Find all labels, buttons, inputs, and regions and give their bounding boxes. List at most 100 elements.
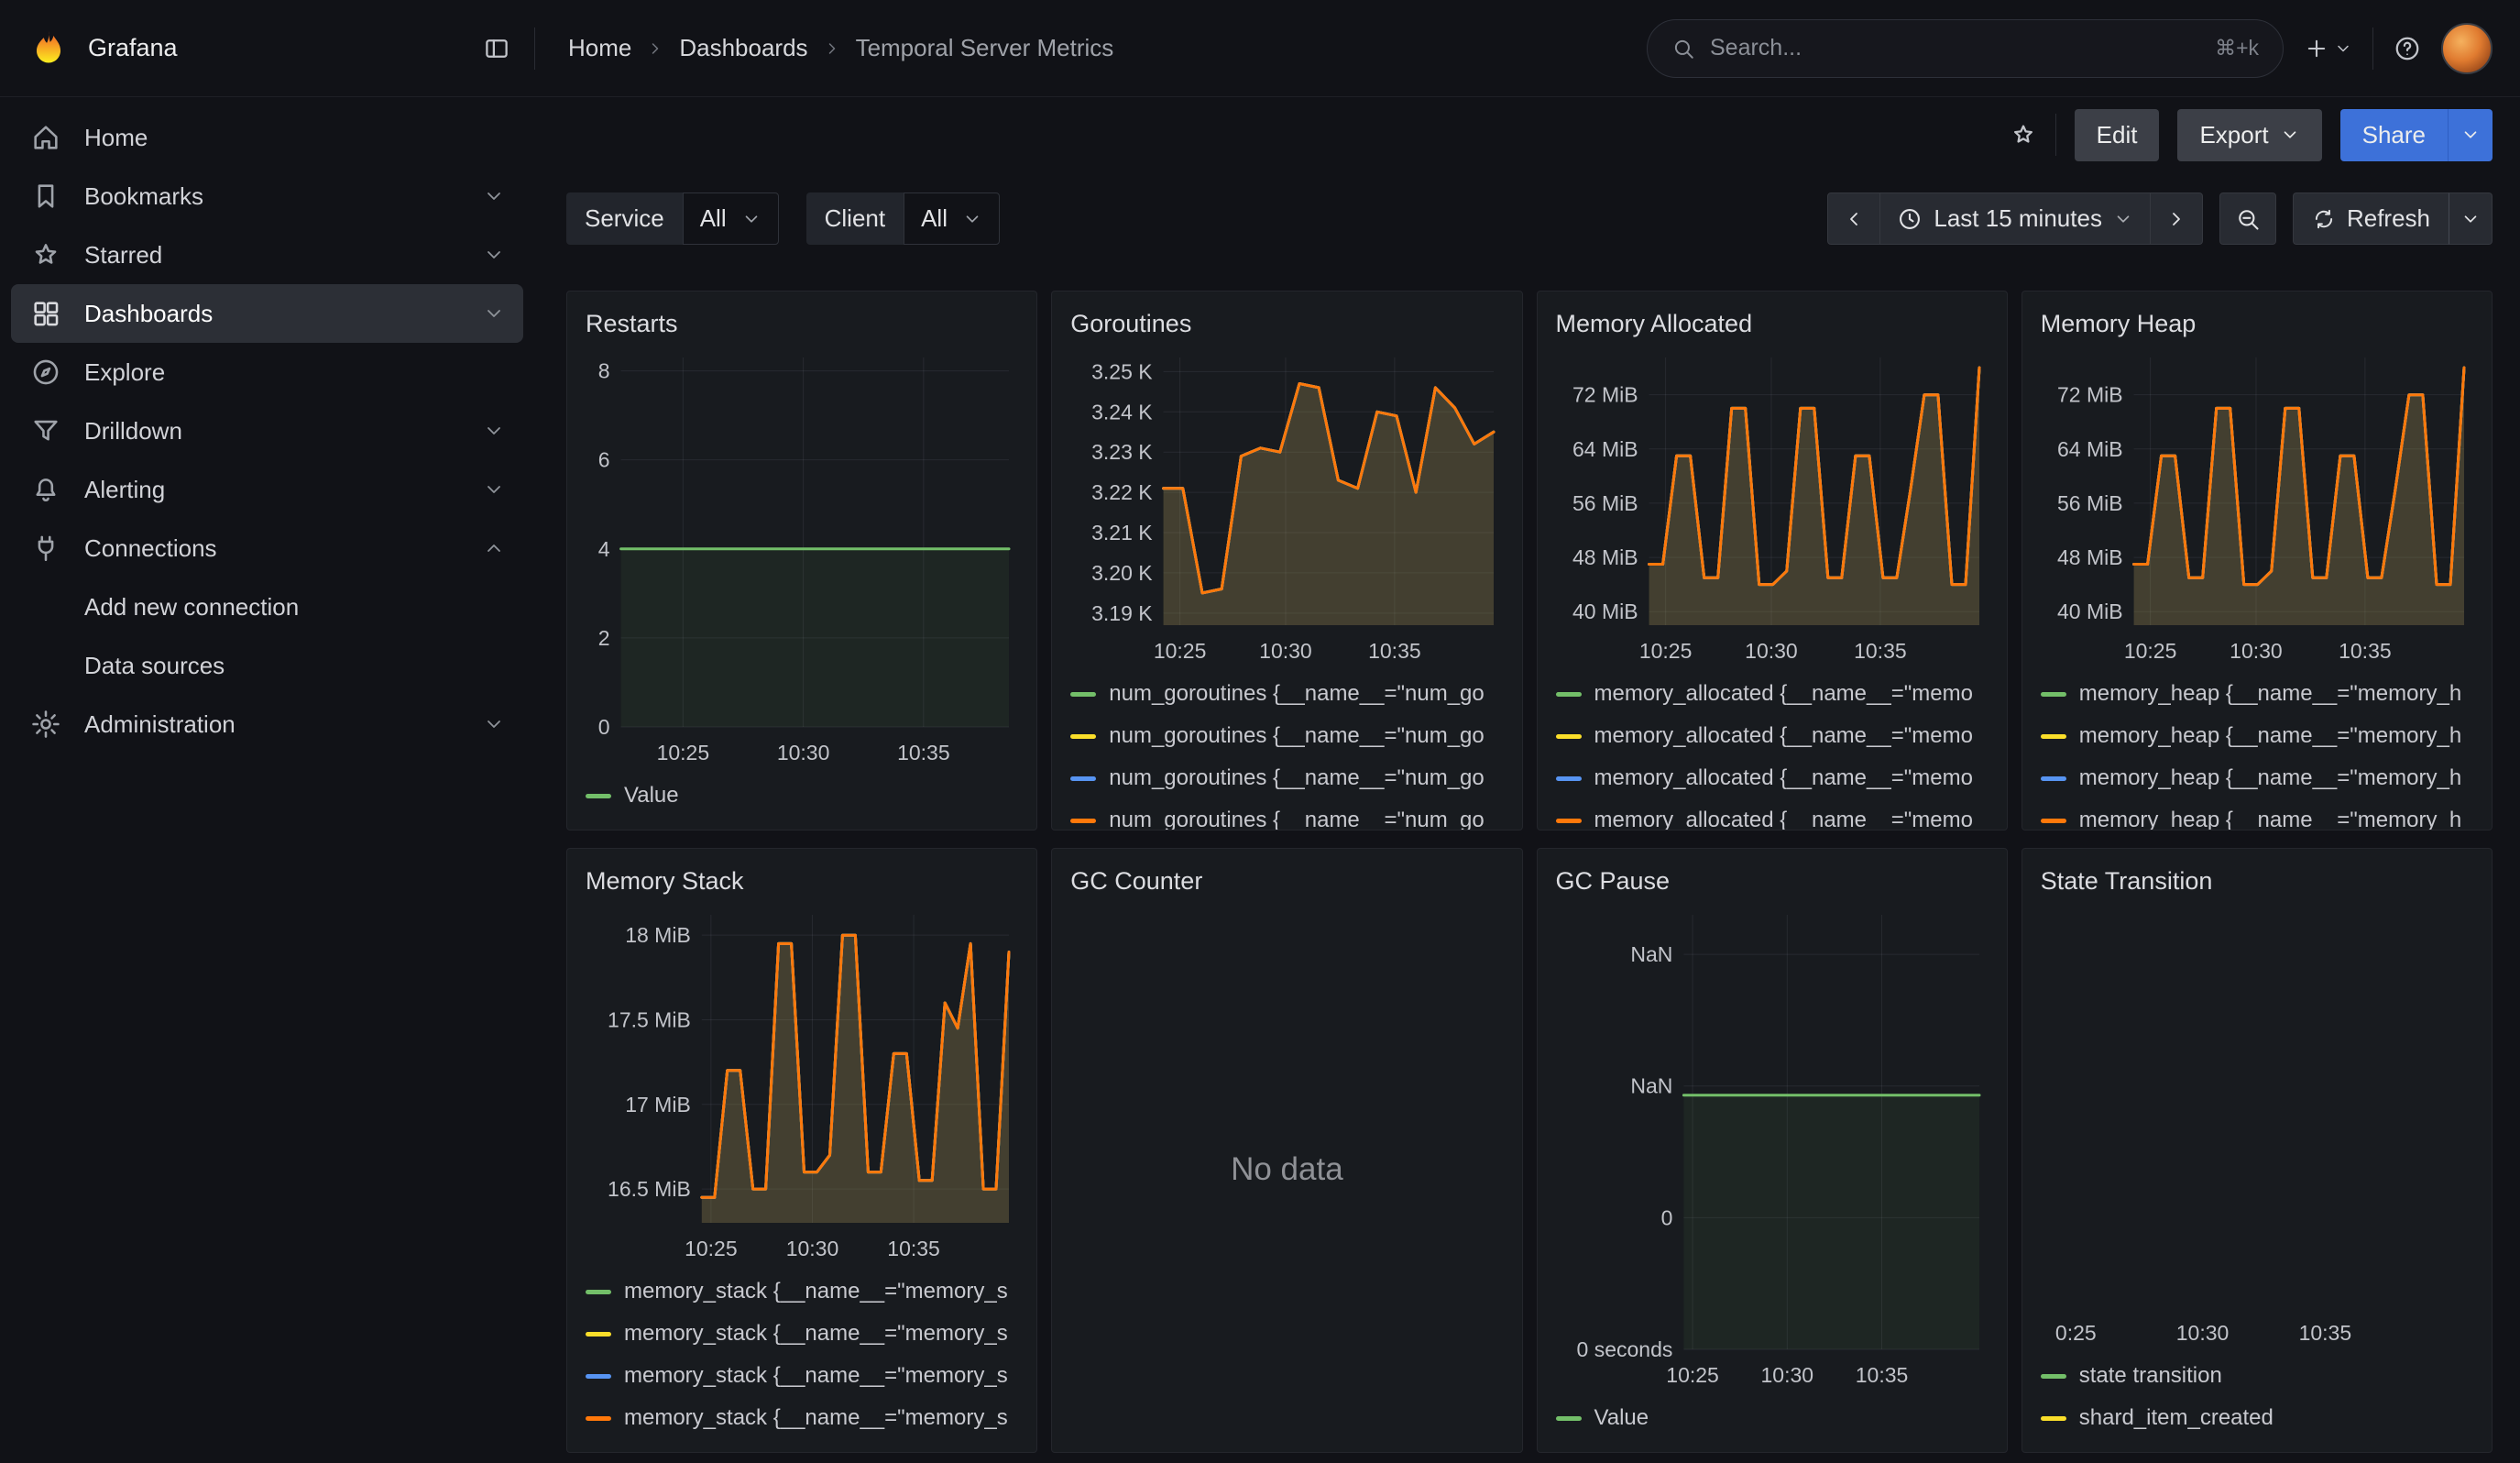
legend-item[interactable]: memory_heap {__name__="memory_h	[2041, 757, 2473, 799]
legend-item[interactable]: num_goroutines {__name__="num_go	[1070, 757, 1503, 799]
legend-item[interactable]: memory_stack {__name__="memory_s	[586, 1270, 1018, 1313]
panel-title[interactable]: Memory Heap	[2041, 304, 2473, 343]
sidebar-item-dashboards[interactable]: Dashboards	[11, 284, 523, 343]
sidebar-item-home[interactable]: Home	[11, 108, 523, 167]
refresh-button[interactable]: Refresh	[2293, 192, 2449, 245]
legend-item[interactable]: num_goroutines {__name__="num_go	[1070, 673, 1503, 715]
time-shift-forward-button[interactable]	[2151, 192, 2203, 245]
legend-item[interactable]: memory_stack {__name__="memory_s	[586, 1355, 1018, 1397]
legend-label: Value	[624, 783, 679, 808]
svg-text:40 MiB: 40 MiB	[1572, 600, 1638, 623]
search-box[interactable]: ⌘+k	[1647, 19, 2284, 78]
legend-item[interactable]: num_goroutines {__name__="num_go	[1070, 799, 1503, 830]
sidebar-item-drilldown[interactable]: Drilldown	[11, 402, 523, 460]
sidebar-item-alerting[interactable]: Alerting	[11, 460, 523, 519]
panel-title[interactable]: Memory Allocated	[1556, 304, 1989, 343]
chevron-down-icon[interactable]	[483, 244, 505, 266]
variable-value-dropdown[interactable]: All	[683, 192, 779, 245]
grafana-logo-icon[interactable]	[27, 28, 70, 70]
legend-item[interactable]: memory_allocated {__name__="memo	[1556, 715, 1989, 757]
panel-title[interactable]: Memory Stack	[586, 862, 1018, 900]
sidebar-item-add-new-connection[interactable]: Add new connection	[11, 578, 523, 636]
legend-item[interactable]: num_goroutines {__name__="num_go	[1070, 715, 1503, 757]
timeseries-plot: 40 MiB48 MiB56 MiB64 MiB72 MiB10:2510:30…	[2041, 343, 2473, 669]
breadcrumb-item-home[interactable]: Home	[568, 34, 631, 62]
variable-value-dropdown[interactable]: All	[904, 192, 1000, 245]
legend-item[interactable]: memory_allocated {__name__="memo	[1556, 799, 1989, 830]
legend-item[interactable]: memory_heap {__name__="memory_h	[2041, 673, 2473, 715]
panel-body: No data	[1070, 900, 1503, 1439]
legend-label: Value	[1594, 1405, 1649, 1431]
svg-text:10:30: 10:30	[1760, 1363, 1813, 1387]
chevron-down-icon[interactable]	[483, 185, 505, 207]
sidebar-item-data-sources[interactable]: Data sources	[11, 636, 523, 695]
chart-canvas[interactable]: 3.19 K3.20 K3.21 K3.22 K3.23 K3.24 K3.25…	[1070, 343, 1503, 669]
favorite-star-icon[interactable]	[2010, 121, 2037, 148]
help-icon[interactable]	[2394, 35, 2421, 62]
panel-title[interactable]: GC Counter	[1070, 862, 1503, 900]
grafana-app: Grafana HomeDashboardsTemporal Server Me…	[0, 0, 2520, 1463]
legend-item[interactable]: memory_allocated {__name__="memo	[1556, 673, 1989, 715]
chevron-down-icon[interactable]	[483, 713, 505, 735]
chevron-down-icon[interactable]	[483, 478, 505, 500]
legend-item[interactable]: Value	[1556, 1397, 1989, 1439]
chart-canvas[interactable]: 0 seconds0NaNNaN10:2510:3010:35	[1556, 900, 1989, 1393]
sidebar-item-bookmarks[interactable]: Bookmarks	[11, 167, 523, 226]
panel-title[interactable]: Goroutines	[1070, 304, 1503, 343]
topbar-divider	[534, 28, 535, 70]
panel-body: 0 seconds0NaNNaN10:2510:3010:35 Value	[1556, 900, 1989, 1439]
variable-service: ServiceAll	[566, 192, 779, 245]
sidebar-item-connections[interactable]: Connections	[11, 519, 523, 578]
sidebar-item-administration[interactable]: Administration	[11, 695, 523, 754]
sidebar-item-label: Alerting	[84, 476, 165, 504]
panel-title[interactable]: State Transition	[2041, 862, 2473, 900]
legend: Value	[586, 771, 1018, 817]
legend-item[interactable]: state transition	[2041, 1355, 2473, 1397]
legend-marker	[1070, 734, 1096, 739]
panel-title[interactable]: Restarts	[586, 304, 1018, 343]
panel-title[interactable]: GC Pause	[1556, 862, 1989, 900]
variable-selected-value: All	[700, 204, 727, 233]
share-menu-button[interactable]	[2448, 109, 2493, 161]
chart-canvas[interactable]: 0:2510:3010:35	[2041, 900, 2473, 1351]
svg-text:3.21 K: 3.21 K	[1091, 521, 1153, 544]
chevron-down-icon[interactable]	[483, 420, 505, 442]
legend-item[interactable]: memory_stack {__name__="memory_s	[586, 1313, 1018, 1355]
legend-item[interactable]: memory_heap {__name__="memory_h	[2041, 715, 2473, 757]
panel-memory-allocated: Memory Allocated40 MiB48 MiB56 MiB64 MiB…	[1537, 291, 2008, 830]
breadcrumb-item-dashboards[interactable]: Dashboards	[679, 34, 807, 62]
time-shift-back-button[interactable]	[1827, 192, 1880, 245]
chevron-up-icon[interactable]	[483, 537, 505, 559]
sidebar-item-label: Starred	[84, 241, 162, 270]
new-button[interactable]	[2304, 36, 2352, 61]
legend-item[interactable]: Value	[586, 775, 1018, 817]
chart-canvas[interactable]: 40 MiB48 MiB56 MiB64 MiB72 MiB10:2510:30…	[2041, 343, 2473, 669]
chevron-down-icon[interactable]	[483, 302, 505, 324]
sidebar-item-explore[interactable]: Explore	[11, 343, 523, 402]
export-button[interactable]: Export	[2177, 109, 2321, 161]
legend-item[interactable]: memory_stack {__name__="memory_s	[586, 1397, 1018, 1439]
share-button[interactable]: Share	[2340, 109, 2448, 161]
share-button-group: Share	[2340, 109, 2493, 161]
refresh-interval-button[interactable]	[2449, 192, 2493, 245]
legend-item[interactable]: memory_heap {__name__="memory_h	[2041, 799, 2473, 830]
svg-text:56 MiB: 56 MiB	[1572, 491, 1638, 515]
legend-marker	[1070, 819, 1096, 823]
dock-sidebar-icon[interactable]	[483, 35, 510, 62]
sidebar-item-starred[interactable]: Starred	[11, 226, 523, 284]
legend-item[interactable]: memory_allocated {__name__="memo	[1556, 757, 1989, 799]
svg-text:10:30: 10:30	[786, 1237, 839, 1260]
chevron-down-icon	[2334, 39, 2352, 58]
zoom-out-button[interactable]	[2219, 192, 2276, 245]
time-range-picker[interactable]: Last 15 minutes	[1880, 192, 2151, 245]
edit-button[interactable]: Edit	[2075, 109, 2160, 161]
chart-canvas[interactable]: 40 MiB48 MiB56 MiB64 MiB72 MiB10:2510:30…	[1556, 343, 1989, 669]
timeseries-plot: 40 MiB48 MiB56 MiB64 MiB72 MiB10:2510:30…	[1556, 343, 1989, 669]
user-avatar[interactable]	[2441, 23, 2493, 74]
chart-canvas[interactable]: 0246810:2510:3010:35	[586, 343, 1018, 771]
svg-text:10:25: 10:25	[1154, 639, 1207, 663]
search-input[interactable]	[1710, 35, 2200, 61]
legend-item[interactable]: shard_item_created	[2041, 1397, 2473, 1439]
svg-text:10:35: 10:35	[897, 741, 950, 764]
chart-canvas[interactable]: 16.5 MiB17 MiB17.5 MiB18 MiB10:2510:3010…	[586, 900, 1018, 1267]
